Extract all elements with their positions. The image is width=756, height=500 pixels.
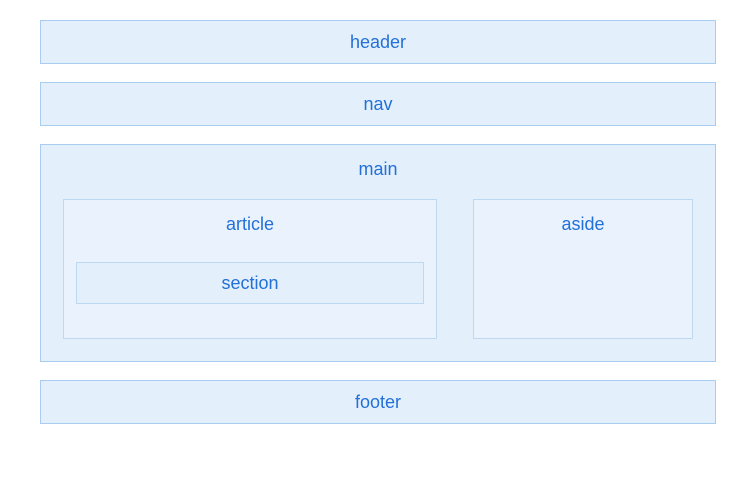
footer-label: footer [355, 392, 401, 412]
main-label: main [63, 155, 693, 183]
section-label: section [221, 273, 278, 293]
article-block: article section [63, 199, 437, 339]
footer-block: footer [40, 380, 716, 424]
nav-label: nav [363, 94, 392, 114]
main-inner: article section aside [63, 199, 693, 339]
aside-label: aside [474, 210, 692, 238]
aside-block: aside [473, 199, 693, 339]
article-label: article [76, 210, 424, 238]
nav-block: nav [40, 82, 716, 126]
header-block: header [40, 20, 716, 64]
header-label: header [350, 32, 406, 52]
main-block: main article section aside [40, 144, 716, 362]
section-block: section [76, 262, 424, 304]
